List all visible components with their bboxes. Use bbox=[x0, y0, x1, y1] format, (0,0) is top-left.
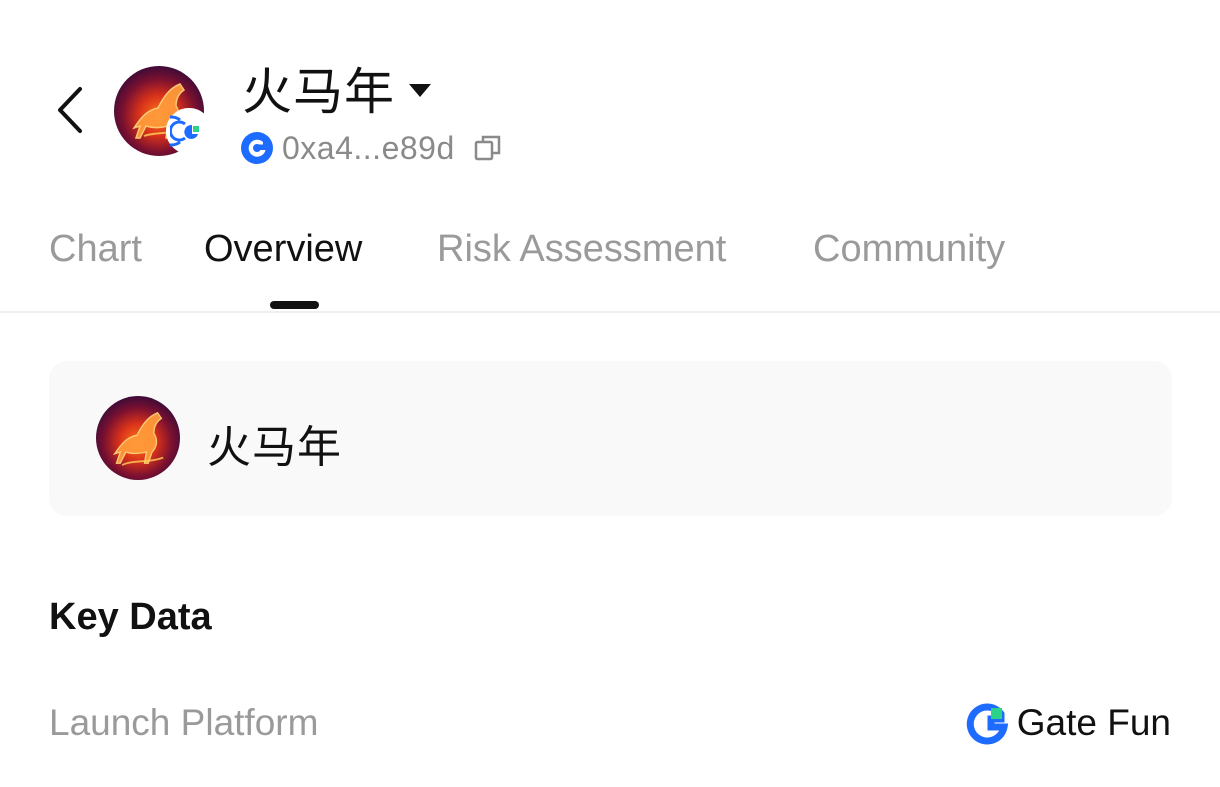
tab-overview[interactable]: Overview bbox=[204, 228, 362, 271]
token-name: 火马年 bbox=[242, 63, 395, 121]
launch-platform-label: Launch Platform bbox=[49, 702, 319, 743]
key-data-heading: Key Data bbox=[49, 596, 212, 638]
contract-address: 0xa4...e89d bbox=[282, 129, 455, 166]
token-address-row: 0xa4...e89d bbox=[240, 127, 503, 169]
tab-risk-assessment[interactable]: Risk Assessment bbox=[437, 228, 726, 271]
token-detail-page: 火马年 0xa4...e89d Chart Overview Risk Asse… bbox=[0, 0, 1220, 787]
active-tab-indicator bbox=[270, 301, 319, 309]
token-card-avatar bbox=[96, 396, 180, 480]
token-card-name: 火马年 bbox=[207, 422, 342, 473]
gate-fun-badge-icon bbox=[170, 115, 199, 147]
token-title-row[interactable]: 火马年 bbox=[242, 58, 431, 121]
platform-badge bbox=[166, 108, 212, 154]
token-avatar bbox=[114, 66, 212, 156]
key-data-row-launch-platform: Launch Platform Gate Fun bbox=[49, 695, 1171, 751]
gate-fun-logo-icon bbox=[966, 703, 1008, 745]
tab-community[interactable]: Community bbox=[813, 228, 1005, 271]
launch-platform-name: Gate Fun bbox=[1016, 702, 1171, 743]
gate-chain-icon bbox=[241, 132, 273, 164]
token-info-card: 火马年 bbox=[49, 361, 1172, 516]
caret-down-icon[interactable] bbox=[409, 83, 431, 97]
back-button[interactable] bbox=[44, 80, 94, 140]
chevron-left-icon bbox=[58, 87, 82, 133]
tab-bar: Chart Overview Risk Assessment Community bbox=[0, 210, 1220, 313]
launch-platform-value[interactable]: Gate Fun bbox=[965, 701, 1171, 745]
copy-address-button[interactable] bbox=[473, 133, 503, 163]
copy-icon bbox=[474, 135, 500, 161]
tab-chart[interactable]: Chart bbox=[49, 228, 142, 271]
